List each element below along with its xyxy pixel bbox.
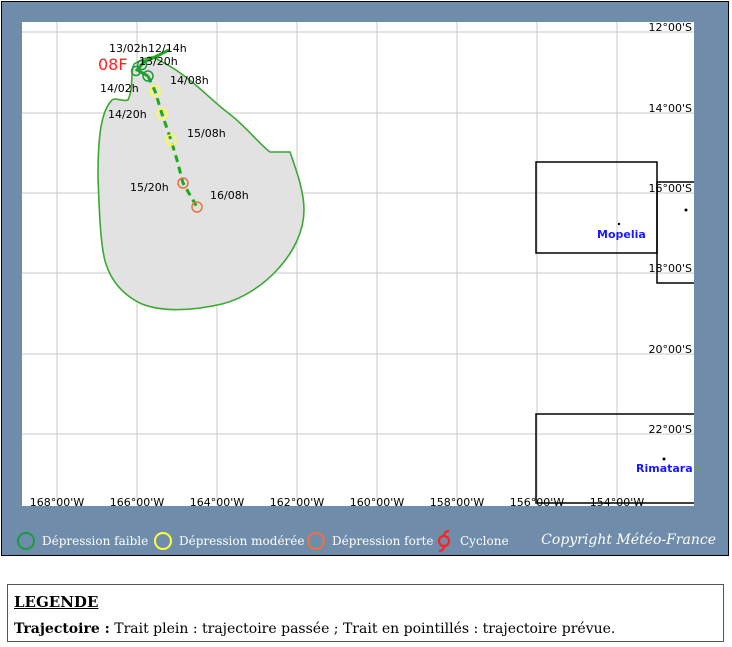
legend-item-cyclone: Cyclone xyxy=(434,524,509,557)
track-label: 15/08h xyxy=(187,127,226,140)
lon-label: 164°00'W xyxy=(190,496,245,509)
track-label: 13/20h xyxy=(139,55,178,68)
lon-label: 160°00'W xyxy=(350,496,405,509)
trajectoire-text: Trait plein : trajectoire passée ; Trait… xyxy=(109,621,616,637)
legend-box: LEGENDE Trajectoire : Trait plein : traj… xyxy=(7,584,724,642)
track-map: 12°00'S 14°00'S 16°00'S 18°00'S 20°00'S … xyxy=(22,21,694,509)
trajectoire-label: Trajectoire : xyxy=(14,621,110,637)
track-label: 13/02h xyxy=(109,42,148,55)
orange-circle-icon xyxy=(307,531,325,550)
yellow-circle-icon xyxy=(154,531,172,550)
legend-item-depression-moderee: Dépression modérée xyxy=(153,524,305,557)
track-label: 16/08h xyxy=(210,189,249,202)
lat-label: 16°00'S xyxy=(648,182,692,195)
legend-label: Cyclone xyxy=(460,533,509,548)
island-label-rimatara: Rimatara xyxy=(636,462,693,475)
copyright: Copyright Météo-France xyxy=(541,532,716,548)
lat-label: 14°00'S xyxy=(648,102,692,115)
legend-label: Dépression forte xyxy=(332,533,434,548)
track-label: 14/20h xyxy=(108,108,147,121)
track-label: 14/08h xyxy=(170,74,209,87)
island-dot-mopelia xyxy=(617,222,621,226)
symbol-legend: Dépression faible Dépression modérée Dép… xyxy=(4,524,730,557)
legend-label: Dépression modérée xyxy=(179,533,305,548)
legend-trajectoire: Trajectoire : Trait plein : trajectoire … xyxy=(14,621,717,637)
island-label-mopelia: Mopelia xyxy=(597,228,646,241)
lat-label: 22°00'S xyxy=(648,423,692,436)
lat-label: 12°00'S xyxy=(648,21,692,34)
cyclone-icon xyxy=(437,529,451,552)
lon-label: 158°00'W xyxy=(430,496,485,509)
lon-label: 168°00'W xyxy=(30,496,85,509)
storm-name: 08F xyxy=(98,55,128,74)
legend-label: Dépression faible xyxy=(42,533,149,548)
track-label: 14/02h xyxy=(100,82,139,95)
lon-label: 162°00'W xyxy=(270,496,325,509)
lat-label: 20°00'S xyxy=(648,343,692,356)
map-frame: 12°00'S 14°00'S 16°00'S 18°00'S 20°00'S … xyxy=(1,1,729,556)
lat-label: 18°00'S xyxy=(648,262,692,275)
island-dot-east xyxy=(684,208,688,212)
green-circle-icon xyxy=(17,531,35,550)
lon-label: 166°00'W xyxy=(110,496,165,509)
legend-item-depression-faible: Dépression faible xyxy=(16,524,148,557)
legend-title: LEGENDE xyxy=(14,593,99,611)
legend-item-depression-forte: Dépression forte xyxy=(306,524,434,557)
track-label: 12/14h xyxy=(148,42,187,55)
island-dot-rimatara xyxy=(662,457,666,461)
track-label: 15/20h xyxy=(130,181,169,194)
